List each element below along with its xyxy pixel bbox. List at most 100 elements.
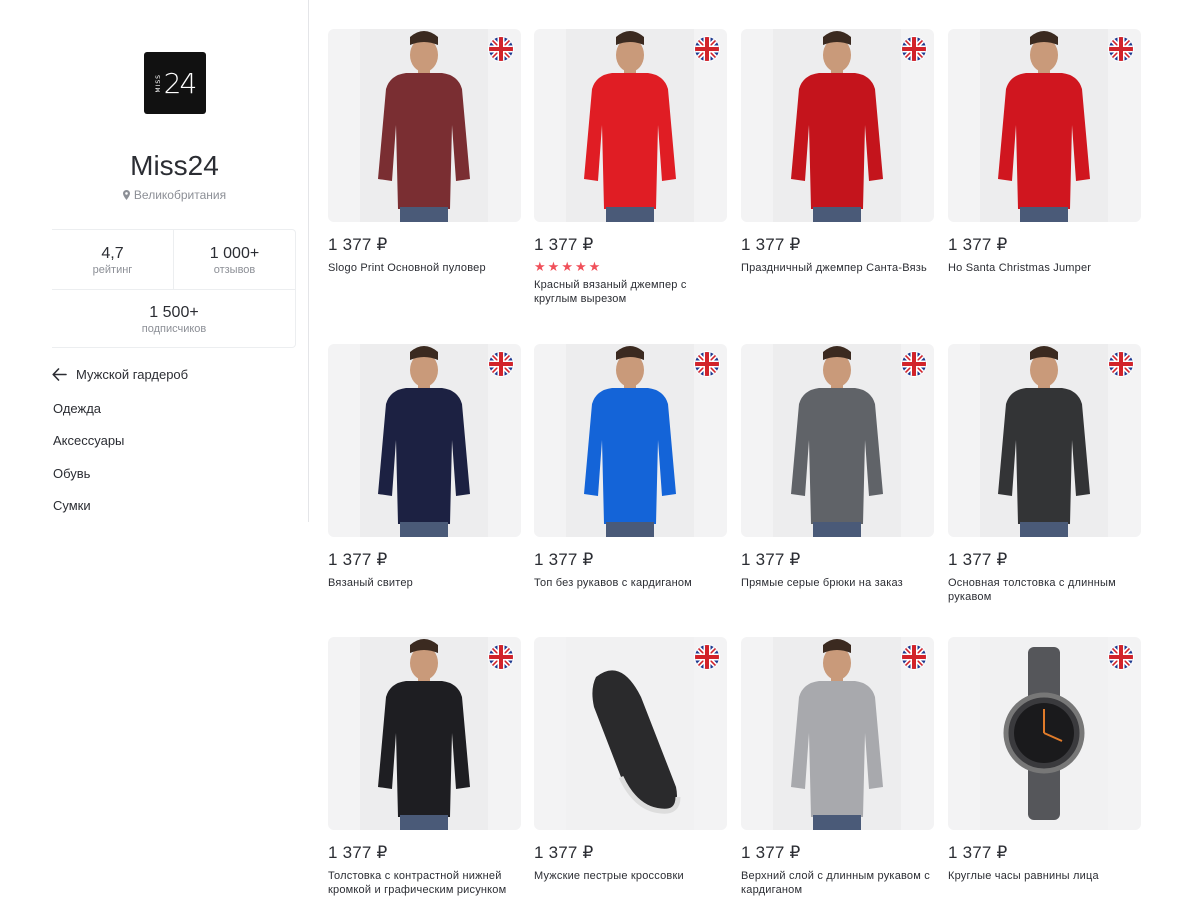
product-name[interactable]: Прямые серые брюки на заказ xyxy=(741,576,934,590)
uk-flag-icon xyxy=(489,645,513,669)
product-image[interactable] xyxy=(534,344,727,537)
category-list: Одежда Аксессуары Обувь Сумки xyxy=(53,401,124,530)
uk-flag-icon xyxy=(902,352,926,376)
product-rating-stars: ★ ★ ★ ★ ★ xyxy=(534,260,727,273)
uk-flag-icon xyxy=(489,37,513,61)
shop-country: Великобритания xyxy=(0,188,349,202)
product-price: 1 377 ₽ xyxy=(534,843,594,862)
product-price: 1 377 ₽ xyxy=(534,235,594,254)
product-photo xyxy=(360,29,488,222)
logo-vertical-text: MISS xyxy=(154,73,162,93)
product-price: 1 377 ₽ xyxy=(741,235,801,254)
uk-flag-icon xyxy=(1109,352,1133,376)
product-photo xyxy=(980,29,1108,222)
category-item-shoes[interactable]: Обувь xyxy=(53,466,124,498)
product-image[interactable] xyxy=(534,637,727,830)
product-photo xyxy=(773,29,901,222)
product-name[interactable]: Круглые часы равнины лица xyxy=(948,869,1141,883)
stat-reviews-label: отзывов xyxy=(213,264,256,276)
product-photo xyxy=(980,344,1108,537)
stat-reviews[interactable]: 1 000+ отзывов xyxy=(173,245,296,276)
product-photo xyxy=(773,637,901,830)
product-card[interactable]: 1 377 ₽ ★ ★ ★ ★ ★ Красный вязаный джемпе… xyxy=(534,29,727,306)
product-price: 1 377 ₽ xyxy=(328,235,388,254)
product-name[interactable]: Вязаный свитер xyxy=(328,576,521,590)
product-photo xyxy=(566,637,694,830)
product-image[interactable] xyxy=(328,637,521,830)
star-icon: ★ xyxy=(547,259,560,274)
product-image[interactable] xyxy=(948,29,1141,222)
product-price: 1 377 ₽ xyxy=(741,550,801,569)
product-name[interactable]: Slogo Print Основной пуловер xyxy=(328,261,521,275)
product-card[interactable]: 1 377 ₽ Прямые серые брюки на заказ xyxy=(741,344,934,590)
product-price: 1 377 ₽ xyxy=(328,843,388,862)
product-image[interactable] xyxy=(948,344,1141,537)
star-icon: ★ xyxy=(588,259,601,274)
stat-reviews-value: 1 000+ xyxy=(209,245,260,262)
product-card[interactable]: 1 377 ₽ Мужские пестрые кроссовки xyxy=(534,637,727,883)
product-price: 1 377 ₽ xyxy=(948,550,1008,569)
arrow-left-icon xyxy=(52,368,67,381)
product-card[interactable]: 1 377 ₽ Основная толстовка с длинным рук… xyxy=(948,344,1141,604)
product-price: 1 377 ₽ xyxy=(328,550,388,569)
product-name[interactable]: Красный вязаный джемпер с круглым вырезо… xyxy=(534,278,727,306)
star-icon: ★ xyxy=(574,259,587,274)
product-name[interactable]: Верхний слой с длинным рукавом с кардига… xyxy=(741,869,934,897)
shop-logo[interactable]: MISS 24 xyxy=(144,52,206,114)
product-card[interactable]: 1 377 ₽ Праздничный джемпер Санта-Вязь xyxy=(741,29,934,275)
stat-subscribers-label: подписчиков xyxy=(141,323,207,335)
product-price: 1 377 ₽ xyxy=(741,843,801,862)
category-item-accessories[interactable]: Аксессуары xyxy=(53,433,124,465)
product-name[interactable]: Праздничный джемпер Санта-Вязь xyxy=(741,261,934,275)
product-price: 1 377 ₽ xyxy=(534,550,594,569)
product-card[interactable]: 1 377 ₽ Круглые часы равнины лица xyxy=(948,637,1141,883)
map-pin-icon xyxy=(122,190,130,200)
stat-rating-label: рейтинг xyxy=(92,264,133,276)
uk-flag-icon xyxy=(1109,37,1133,61)
product-name[interactable]: Ho Santa Christmas Jumper xyxy=(948,261,1141,275)
star-icon: ★ xyxy=(534,259,546,274)
category-back-label: Мужской гардероб xyxy=(76,367,189,382)
shop-stats: 4,7 рейтинг 1 000+ отзывов 1 500+ подпис… xyxy=(52,229,296,348)
stat-subscribers: 1 500+ подписчиков xyxy=(52,304,296,335)
product-name[interactable]: Мужские пестрые кроссовки xyxy=(534,869,727,883)
product-photo xyxy=(566,344,694,537)
uk-flag-icon xyxy=(695,37,719,61)
product-photo xyxy=(980,637,1108,830)
product-name[interactable]: Основная толстовка с длинным рукавом xyxy=(948,576,1141,604)
category-back-link[interactable]: Мужской гардероб xyxy=(52,367,188,382)
product-name[interactable]: Топ без рукавов с кардиганом xyxy=(534,576,727,590)
uk-flag-icon xyxy=(902,645,926,669)
category-item-clothing[interactable]: Одежда xyxy=(53,401,124,433)
product-price: 1 377 ₽ xyxy=(948,235,1008,254)
product-card[interactable]: 1 377 ₽ Ho Santa Christmas Jumper xyxy=(948,29,1141,275)
product-card[interactable]: 1 377 ₽ Slogo Print Основной пуловер xyxy=(328,29,521,275)
product-name[interactable]: Толстовка с контрастной нижней кромкой и… xyxy=(328,869,521,897)
uk-flag-icon xyxy=(695,352,719,376)
category-item-bags[interactable]: Сумки xyxy=(53,498,124,530)
logo-text: 24 xyxy=(163,66,198,100)
product-card[interactable]: 1 377 ₽ Верхний слой с длинным рукавом с… xyxy=(741,637,934,897)
product-card[interactable]: 1 377 ₽ Топ без рукавов с кардиганом xyxy=(534,344,727,590)
uk-flag-icon xyxy=(902,37,926,61)
stat-rating: 4,7 рейтинг xyxy=(52,245,173,276)
stat-rating-value: 4,7 xyxy=(101,245,124,262)
stats-divider xyxy=(52,289,296,290)
product-image[interactable] xyxy=(948,637,1141,830)
product-photo xyxy=(360,344,488,537)
product-image[interactable] xyxy=(328,29,521,222)
product-photo xyxy=(773,344,901,537)
product-image[interactable] xyxy=(741,344,934,537)
uk-flag-icon xyxy=(695,645,719,669)
shop-sidebar: MISS 24 Miss24 Великобритания 4,7 рейтин… xyxy=(0,0,309,522)
product-price: 1 377 ₽ xyxy=(948,843,1008,862)
product-card[interactable]: 1 377 ₽ Толстовка с контрастной нижней к… xyxy=(328,637,521,897)
product-card[interactable]: 1 377 ₽ Вязаный свитер xyxy=(328,344,521,590)
product-photo xyxy=(360,637,488,830)
product-image[interactable] xyxy=(328,344,521,537)
product-image[interactable] xyxy=(741,637,934,830)
product-image[interactable] xyxy=(534,29,727,222)
uk-flag-icon xyxy=(489,352,513,376)
stat-subscribers-value: 1 500+ xyxy=(149,304,199,321)
product-image[interactable] xyxy=(741,29,934,222)
